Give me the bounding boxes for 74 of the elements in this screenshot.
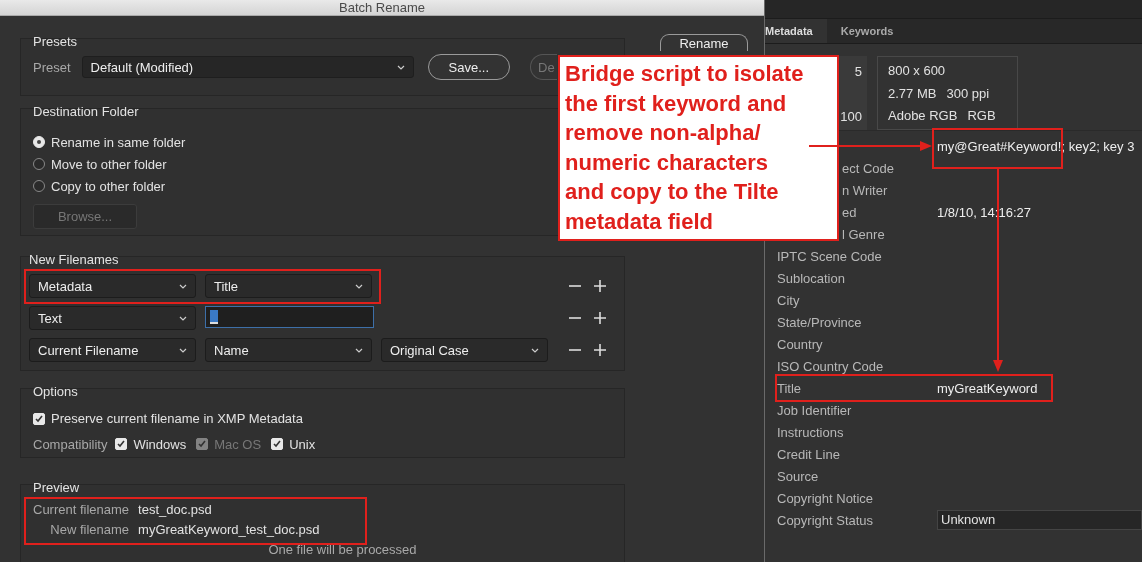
field-label: Country — [777, 336, 823, 352]
radio-label: Copy to other folder — [51, 178, 166, 194]
info-text: 5 — [854, 64, 862, 79]
section-heading: Options — [33, 384, 78, 400]
caret-icon — [355, 347, 363, 353]
field-label: Title — [777, 380, 802, 396]
caret-icon — [179, 315, 187, 321]
plus-icon[interactable] — [593, 343, 607, 357]
info-text: 300 ppi — [946, 85, 990, 101]
preview-value: myGreatKeyword_test_doc.psd — [138, 522, 320, 537]
radio-button[interactable] — [33, 158, 45, 170]
field-label: State/Province — [777, 314, 862, 330]
tab[interactable]: Metadata — [765, 19, 827, 43]
field-label: l Genre — [842, 226, 885, 242]
field-label: ect Code — [842, 160, 895, 176]
preview-label: Current filename — [33, 502, 130, 517]
checkbox-label: Mac OS — [214, 436, 262, 452]
save-button[interactable]: Save... — [427, 54, 511, 80]
dropdown[interactable]: Original Case — [381, 338, 548, 362]
caret-icon — [179, 347, 187, 353]
radio-label: Rename in same folder — [51, 134, 186, 150]
status-text: One file will be processed — [268, 542, 417, 557]
checkbox-label: Preserve current filename in XMP Metadata — [51, 411, 303, 427]
dropdown[interactable]: Unknown — [937, 510, 1142, 530]
field-label: City — [777, 292, 800, 308]
window-title: Batch Rename — [339, 0, 425, 15]
info-text: 2.77 MB — [888, 85, 937, 101]
plus-icon[interactable] — [593, 311, 607, 325]
checkbox[interactable] — [271, 438, 284, 451]
preset-label: Preset — [33, 59, 71, 75]
info-text: RGB — [967, 108, 996, 123]
tab[interactable]: Keywords — [826, 19, 908, 43]
field-label: Sublocation — [777, 270, 845, 286]
preview-value: test_doc.psd — [138, 502, 213, 517]
field-label: n Writer — [842, 182, 888, 198]
field-label: IPTC Scene Code — [777, 248, 882, 264]
field-value: myGreatKeyword — [937, 380, 1038, 396]
callout-note: Bridge script to isolate the first keyword and remove non-alpha/ numeric characters and copy to the Tilte metadata field — [558, 55, 839, 241]
checkbox[interactable] — [33, 412, 45, 425]
field-label: Instructions — [777, 424, 844, 440]
preview-label: New filename — [49, 522, 130, 537]
info-text: Adobe RGB — [888, 108, 958, 123]
field-label: ed — [842, 204, 857, 220]
plus-icon[interactable] — [593, 279, 607, 293]
checkbox-label: Unix — [289, 436, 316, 452]
field-label: Copyright Notice — [777, 490, 874, 506]
radio-label: Move to other folder — [51, 156, 167, 172]
dropdown[interactable]: Metadata — [29, 274, 196, 298]
rename-button[interactable]: Rename — [660, 34, 748, 51]
info-text: 100 — [840, 109, 862, 124]
field-label: Copyright Status — [777, 512, 874, 528]
checkbox-label: Windows — [133, 436, 187, 452]
text-field[interactable] — [205, 306, 374, 328]
compatibility-label: Compatibility — [33, 436, 108, 452]
dropdown[interactable]: Current Filename — [29, 338, 196, 362]
caret-icon — [179, 283, 187, 289]
section-heading: Preview — [33, 480, 80, 496]
field-label: Job Identifier — [777, 402, 852, 418]
dropdown[interactable]: Text — [29, 306, 196, 330]
section-heading: Destination Folder — [33, 104, 139, 120]
section-heading: New Filenames — [29, 252, 119, 268]
radio-button[interactable] — [33, 180, 45, 192]
checkbox[interactable] — [115, 438, 128, 451]
section-heading: Presets — [33, 34, 78, 50]
field-label: Source — [777, 468, 819, 484]
caret-icon — [396, 64, 405, 70]
dropdown[interactable]: Name — [205, 338, 372, 362]
info-text: 800 x 600 — [888, 63, 946, 78]
caret-icon — [355, 283, 363, 289]
field-label: Credit Line — [777, 446, 840, 462]
field-label: ISO Country Code — [777, 358, 884, 374]
preset-dropdown[interactable]: Default (Modified) — [81, 56, 414, 78]
dropdown[interactable]: Title — [205, 274, 372, 298]
caret-icon — [531, 347, 539, 353]
